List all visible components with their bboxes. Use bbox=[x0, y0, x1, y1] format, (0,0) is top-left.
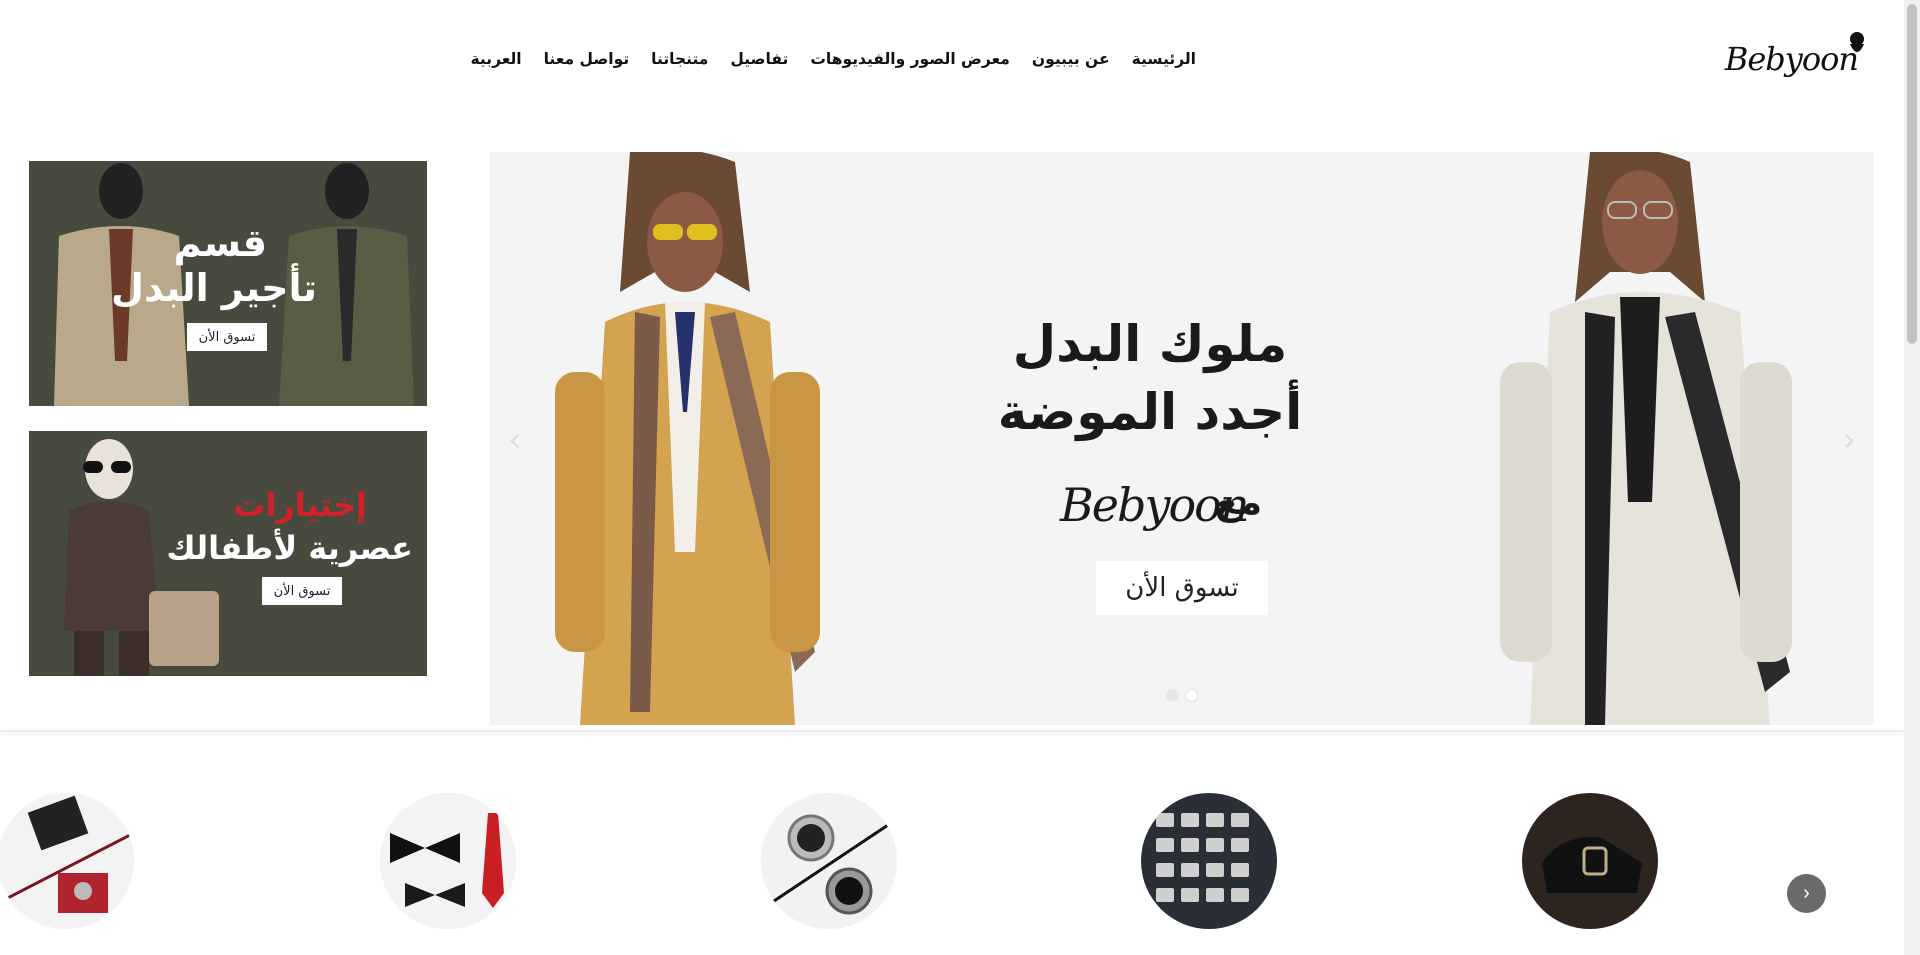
shoes-icon bbox=[1522, 793, 1658, 929]
scrollbar-thumb[interactable] bbox=[1907, 4, 1917, 344]
hero-title: ملوك البدل أجدد الموضة bbox=[970, 310, 1330, 446]
nav-about[interactable]: عن بيبيون bbox=[1032, 50, 1110, 68]
nav-home[interactable]: الرئيسية bbox=[1132, 50, 1196, 68]
chevron-right-icon[interactable]: › bbox=[1842, 420, 1856, 460]
ties-icon bbox=[380, 793, 516, 929]
site-header: Bebyoon الرئيسية عن بيبيون معرض الصور وا… bbox=[0, 0, 1904, 125]
promo-kids-button[interactable]: تسوق الأن bbox=[262, 577, 342, 605]
promo-suit-rental-line1: قسم bbox=[173, 221, 267, 265]
hero-with-brand: مع Bebyoon bbox=[1060, 460, 1270, 540]
hero-slider: ملوك البدل أجدد الموضة مع Bebyoon تسوق ا… bbox=[490, 152, 1874, 725]
category-ties[interactable] bbox=[380, 793, 516, 929]
promo-kids-line1: إختيارات bbox=[233, 486, 367, 524]
logo-wordmark: Bebyoon bbox=[1724, 40, 1859, 78]
cufflinks-icon bbox=[0, 793, 134, 929]
slider-dot-1[interactable] bbox=[1166, 689, 1179, 702]
belts-icon bbox=[1141, 793, 1277, 929]
hero-title-line2: أجدد الموضة bbox=[997, 383, 1303, 441]
hero-brand-wordmark: Bebyoon bbox=[1060, 478, 1249, 532]
category-watches[interactable] bbox=[761, 793, 897, 929]
watches-icon bbox=[761, 793, 897, 929]
page-scrollbar[interactable] bbox=[1904, 0, 1920, 955]
brand-logo[interactable]: Bebyoon bbox=[1725, 30, 1868, 90]
nav-gallery[interactable]: معرض الصور والفيديوهات bbox=[810, 50, 1010, 68]
slider-dot-2[interactable] bbox=[1185, 689, 1198, 702]
nav-products[interactable]: متنجاتنا bbox=[651, 50, 708, 68]
promo-kids-line2: عصرية لأطفالك bbox=[166, 529, 413, 567]
category-cufflinks[interactable] bbox=[0, 793, 134, 929]
mannequin-mustard-suit-image bbox=[555, 152, 820, 725]
chevron-left-icon[interactable]: ‹ bbox=[508, 420, 522, 460]
section-divider bbox=[0, 730, 1904, 732]
nav-contact[interactable]: تواصل معنا bbox=[544, 50, 630, 68]
nav-details[interactable]: تفاصيل bbox=[730, 50, 788, 68]
mannequin-white-suit-image bbox=[1500, 152, 1792, 725]
category-belts[interactable] bbox=[1141, 793, 1277, 929]
nav-language[interactable]: العربية bbox=[471, 50, 522, 68]
chevron-right-icon[interactable]: › bbox=[1787, 874, 1826, 913]
promo-suit-rental-line2: تأجير البدل bbox=[110, 266, 317, 310]
hero-title-line1: ملوك البدل bbox=[1012, 315, 1288, 373]
hero-shop-now-button[interactable]: تسوق الأن bbox=[1096, 561, 1268, 615]
gentleman-head-icon bbox=[1850, 32, 1864, 52]
main-nav: الرئيسية عن بيبيون معرض الصور والفيديوها… bbox=[471, 50, 1196, 68]
promo-suit-rental-button[interactable]: تسوق الأن bbox=[187, 323, 267, 351]
promo-kids[interactable]: إختيارات عصرية لأطفالك تسوق الأن bbox=[29, 431, 427, 676]
category-shoes[interactable] bbox=[1522, 793, 1658, 929]
promo-suit-rental[interactable]: قسم تأجير البدل تسوق الأن bbox=[29, 161, 427, 406]
slider-dots bbox=[1166, 689, 1198, 702]
